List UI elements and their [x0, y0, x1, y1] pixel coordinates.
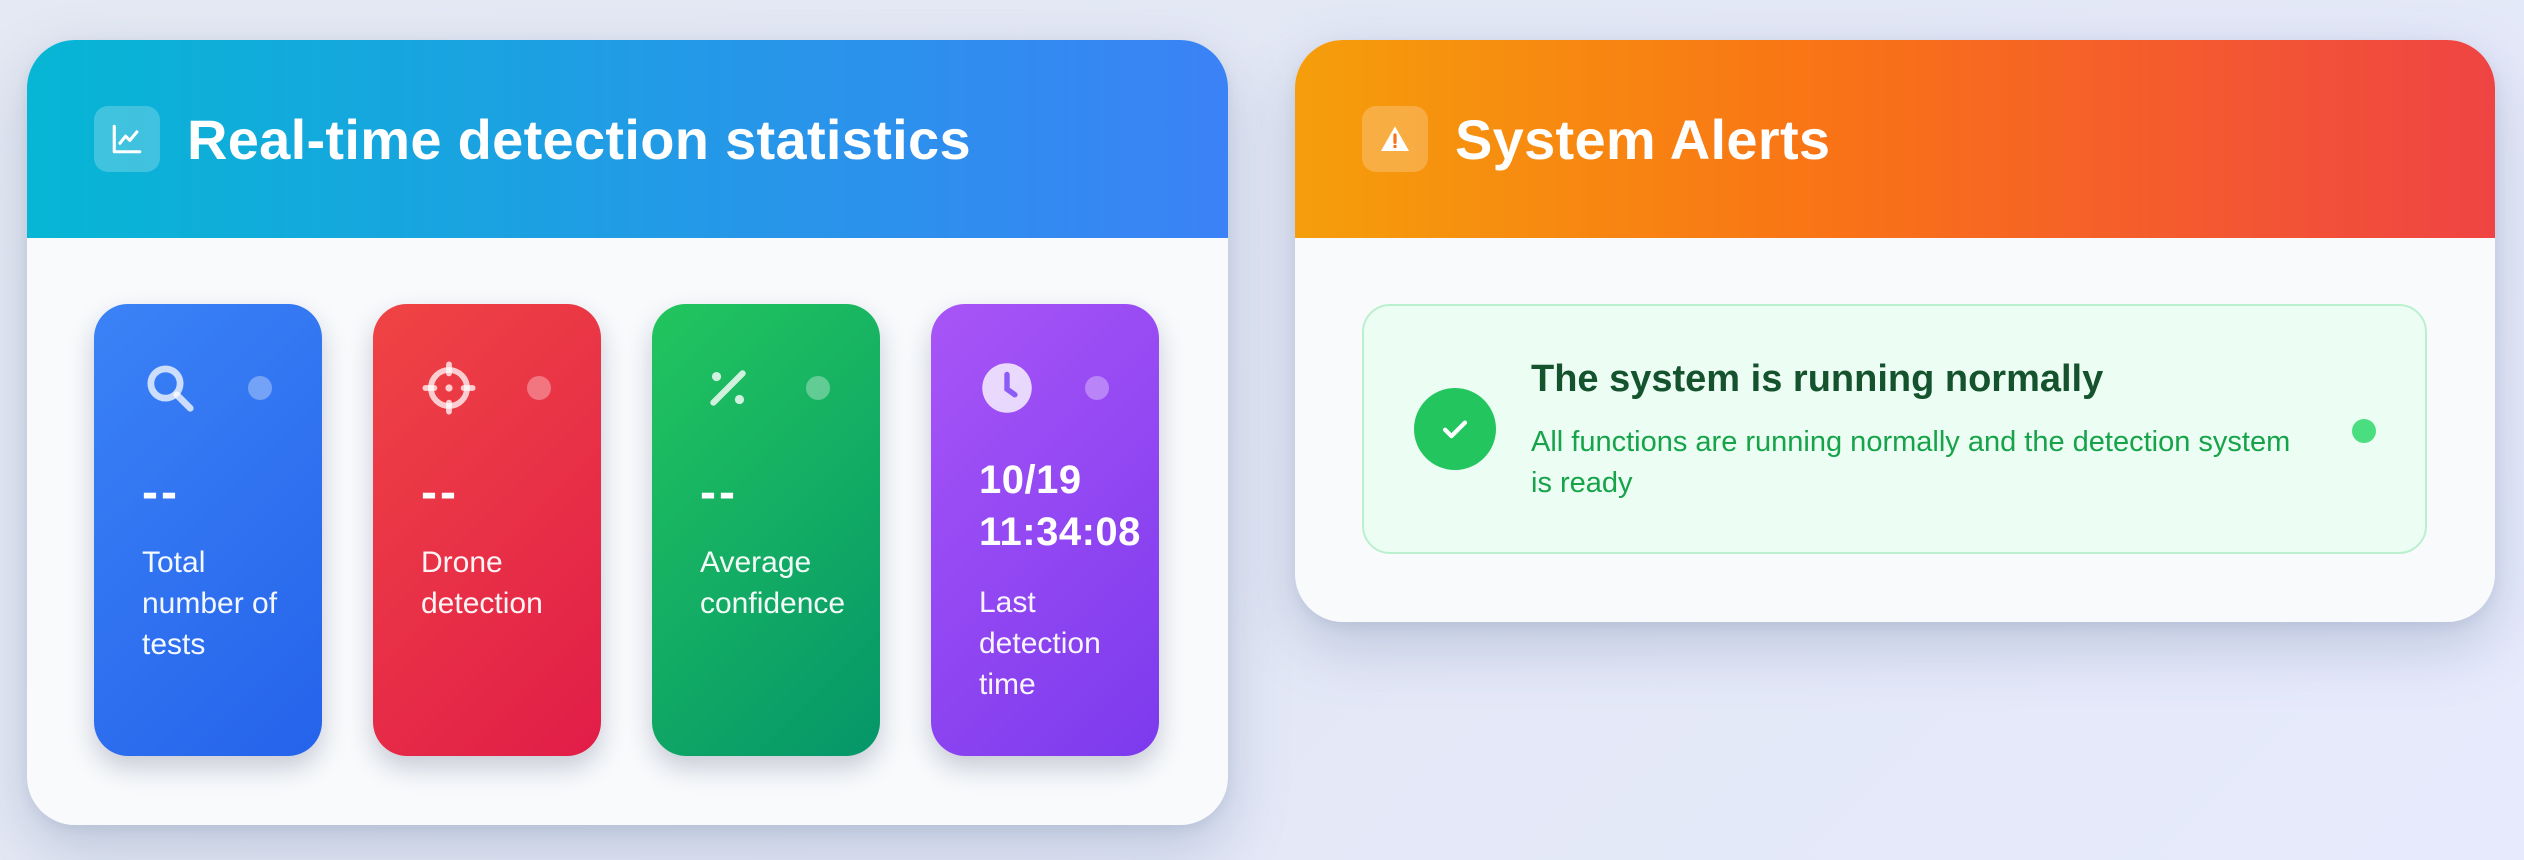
last-detection-date: 10/19 — [979, 458, 1082, 502]
stats-panel-header: Real-time detection statistics — [27, 40, 1228, 238]
stat-label: Drone detection — [421, 546, 543, 620]
last-detection-clock: 11:34:08 — [979, 510, 1141, 554]
alerts-panel-title: System Alerts — [1455, 107, 1831, 171]
stat-card-total-tests: -- Total number of tests — [94, 304, 322, 756]
stats-panel-title: Real-time detection statistics — [187, 107, 971, 171]
alert-description: All functions are running normally and t… — [1531, 426, 2291, 499]
stat-cards: -- Total number of tests -- Drone detect… — [94, 304, 1159, 756]
crosshair-icon — [421, 360, 477, 416]
status-dot — [248, 376, 272, 400]
stat-label: Average confidence — [700, 546, 846, 620]
check-icon — [1414, 388, 1496, 470]
system-alerts-panel: System Alerts The system is running norm… — [1295, 40, 2495, 622]
alert-title: The system is running normally — [1531, 358, 2104, 400]
stat-label: Last detection time — [979, 586, 1101, 701]
clock-icon — [979, 360, 1035, 416]
alerts-panel-header: System Alerts — [1295, 40, 2495, 238]
stat-label: Total number of tests — [142, 546, 278, 661]
status-indicator-dot — [2352, 419, 2376, 443]
stat-card-average-confidence: -- Average confidence — [652, 304, 880, 756]
search-icon — [142, 360, 198, 416]
status-dot — [806, 376, 830, 400]
line-chart-icon — [94, 106, 160, 172]
stat-card-last-detection-time: 10/19 11:34:08 Last detection time — [931, 304, 1159, 756]
stat-value: 10/19 11:34:08 — [979, 454, 1141, 558]
status-dot — [1085, 376, 1109, 400]
stat-value: -- — [142, 466, 180, 519]
stat-value: -- — [421, 466, 459, 519]
stat-value: -- — [700, 466, 738, 519]
system-status-alert: The system is running normally All funct… — [1362, 304, 2427, 554]
warning-icon — [1362, 106, 1428, 172]
percent-icon — [700, 360, 756, 416]
detection-stats-panel: Real-time detection statistics -- Total … — [27, 40, 1228, 825]
stat-card-drone-detection: -- Drone detection — [373, 304, 601, 756]
status-dot — [527, 376, 551, 400]
